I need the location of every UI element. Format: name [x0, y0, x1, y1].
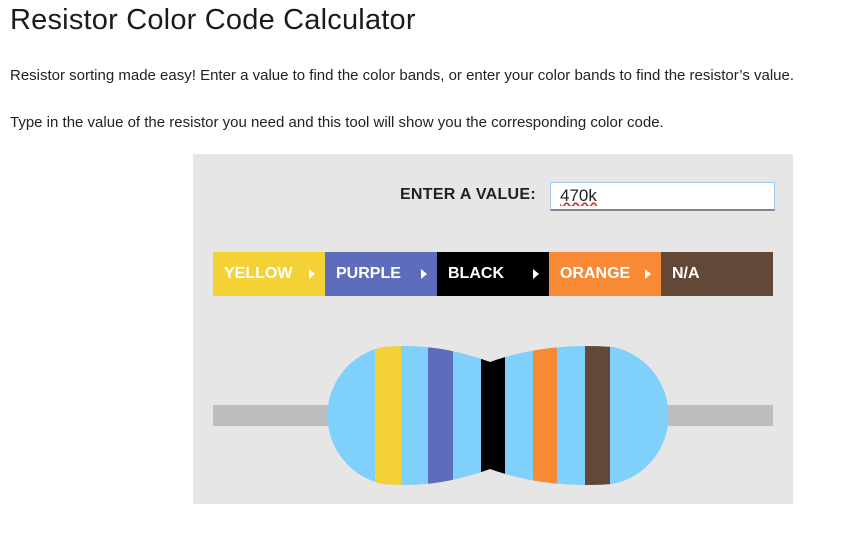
band-4-label: ORANGE	[560, 265, 631, 282]
band-2-select[interactable]: PURPLE	[325, 252, 437, 296]
chevron-right-icon	[533, 269, 539, 279]
resistor-diagram	[213, 346, 773, 485]
band-5-select[interactable]: N/A	[661, 252, 773, 296]
intro-text: Resistor sorting made easy! Enter a valu…	[10, 67, 795, 84]
calculator-panel: ENTER A VALUE: YELLOW PURPLE BLACK ORANG…	[193, 154, 793, 504]
band-5-label: N/A	[672, 265, 700, 282]
band-selector-row: YELLOW PURPLE BLACK ORANGE N/A	[213, 252, 773, 296]
instructions-text: Type in the value of the resistor you ne…	[10, 114, 664, 131]
resistor-stripe-3	[481, 346, 505, 485]
page-title: Resistor Color Code Calculator	[10, 4, 416, 36]
resistor-stripe-2	[428, 346, 453, 485]
band-3-select[interactable]: BLACK	[437, 252, 549, 296]
band-4-select[interactable]: ORANGE	[549, 252, 661, 296]
value-input[interactable]	[550, 182, 775, 211]
band-1-label: YELLOW	[224, 265, 293, 282]
resistor-lead-left	[213, 405, 328, 426]
value-label: ENTER A VALUE:	[399, 186, 536, 203]
resistor-lead-right	[658, 405, 773, 426]
chevron-right-icon	[645, 269, 651, 279]
chevron-right-icon	[421, 269, 427, 279]
resistor-stripe-5	[585, 346, 610, 485]
band-3-label: BLACK	[448, 265, 504, 282]
band-1-select[interactable]: YELLOW	[213, 252, 325, 296]
band-2-label: PURPLE	[336, 265, 401, 282]
resistor-stripe-4	[533, 346, 557, 485]
resistor-stripe-1	[375, 346, 401, 485]
chevron-right-icon	[309, 269, 315, 279]
